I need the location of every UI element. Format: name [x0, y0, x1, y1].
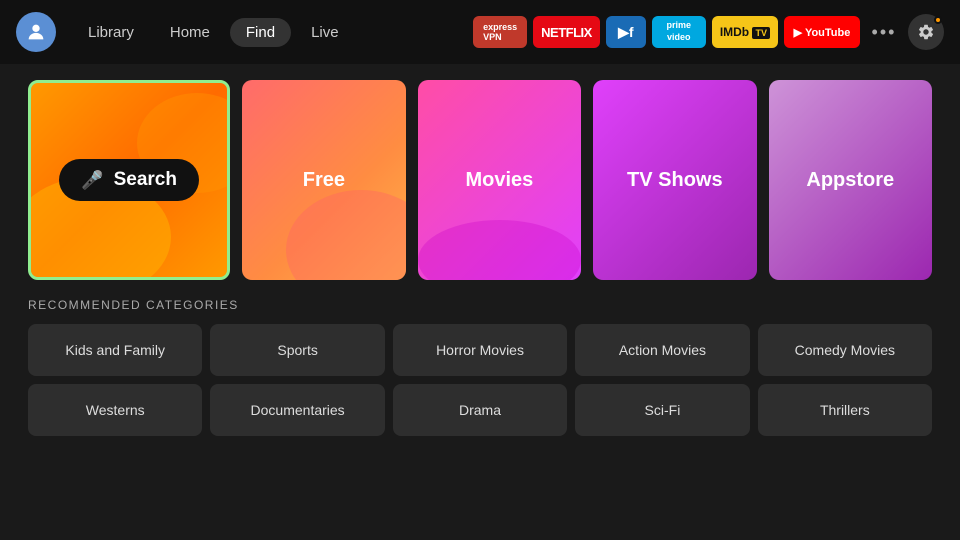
nav-live[interactable]: Live [295, 18, 355, 47]
category-sports[interactable]: Sports [210, 324, 384, 376]
app-icons-bar: expressVPN NETFLIX ▶f prime video IMDb T… [473, 14, 944, 50]
app-netflix[interactable]: NETFLIX [533, 16, 600, 48]
movies-label: Movies [465, 169, 533, 192]
search-tile[interactable]: 🎤 Search [28, 80, 230, 280]
category-thrillers[interactable]: Thrillers [758, 384, 932, 436]
settings-button[interactable] [908, 14, 944, 50]
category-drama[interactable]: Drama [393, 384, 567, 436]
tvshows-tile[interactable]: TV Shows [593, 80, 756, 280]
user-avatar[interactable] [16, 12, 56, 52]
free-label: Free [303, 169, 345, 192]
main-content: 🎤 Search Free Movies TV Shows Appstore R… [0, 64, 960, 436]
category-scifi[interactable]: Sci-Fi [575, 384, 749, 436]
nav-home[interactable]: Home [154, 18, 226, 47]
search-label: Search [114, 169, 177, 191]
app-youtube[interactable]: ▶ YouTube [784, 16, 860, 48]
categories-row-1: Kids and Family Sports Horror Movies Act… [28, 324, 932, 376]
categories-grid: Kids and Family Sports Horror Movies Act… [28, 324, 932, 436]
app-freevee[interactable]: ▶f [606, 16, 646, 48]
category-kids-family[interactable]: Kids and Family [28, 324, 202, 376]
category-westerns[interactable]: Westerns [28, 384, 202, 436]
nav-links: Library Home Find Live [72, 18, 355, 47]
search-button[interactable]: 🎤 Search [59, 159, 199, 201]
nav-find[interactable]: Find [230, 18, 291, 47]
top-navigation: Library Home Find Live expressVPN NETFLI… [0, 0, 960, 64]
settings-notification-dot [934, 16, 942, 24]
category-documentaries[interactable]: Documentaries [210, 384, 384, 436]
category-horror-movies[interactable]: Horror Movies [393, 324, 567, 376]
category-action-movies[interactable]: Action Movies [575, 324, 749, 376]
app-expressvpn[interactable]: expressVPN [473, 16, 527, 48]
categories-row-2: Westerns Documentaries Drama Sci-Fi Thri… [28, 384, 932, 436]
recommended-categories-label: RECOMMENDED CATEGORIES [28, 298, 932, 312]
app-imdb[interactable]: IMDb TV [712, 16, 778, 48]
app-prime-video[interactable]: prime video [652, 16, 706, 48]
movies-tile[interactable]: Movies [418, 80, 581, 280]
more-apps-button[interactable]: ••• [866, 16, 902, 48]
free-tile[interactable]: Free [242, 80, 405, 280]
appstore-tile[interactable]: Appstore [769, 80, 932, 280]
category-comedy-movies[interactable]: Comedy Movies [758, 324, 932, 376]
appstore-label: Appstore [806, 169, 894, 192]
nav-library[interactable]: Library [72, 18, 150, 47]
tvshows-label: TV Shows [627, 169, 723, 192]
microphone-icon: 🎤 [81, 170, 103, 191]
tiles-row: 🎤 Search Free Movies TV Shows Appstore [28, 80, 932, 280]
